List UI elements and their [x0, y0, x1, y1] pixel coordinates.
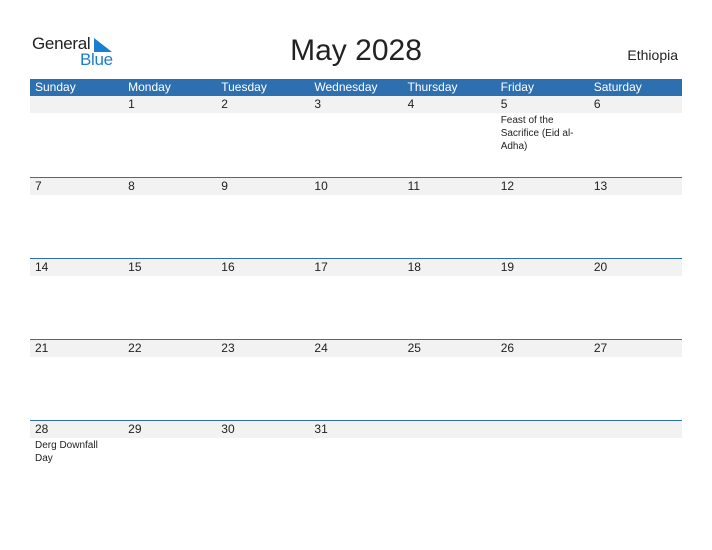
day-number: 21 — [35, 341, 49, 355]
week-row: 7 8 9 10 11 12 13 — [30, 177, 682, 259]
day-cell: 14 — [30, 259, 123, 340]
weekday-thursday: Thursday — [407, 80, 458, 94]
day-cell: 1 — [123, 96, 216, 177]
day-cell: 2 — [216, 96, 309, 177]
day-cell: 7 — [30, 178, 123, 259]
day-cell: 27 — [589, 340, 682, 421]
day-number: 8 — [128, 179, 135, 193]
day-number: 28 — [35, 422, 49, 436]
holiday-label: Derg Downfall Day — [35, 440, 98, 464]
holiday-label: Feast of the Sacrifice (Eid al-Adha) — [500, 115, 574, 152]
day-number: 13 — [593, 179, 608, 193]
day-cell: 26 — [496, 340, 589, 421]
week-row: 1 2 3 4 5 Feast of the Sacrifice (Eid al-Adha… — [30, 96, 682, 177]
day-cell — [496, 421, 589, 502]
day-cell: 19 — [496, 259, 589, 340]
day-number: 9 — [221, 179, 228, 193]
weekday-monday: Monday — [128, 80, 171, 94]
day-cell — [589, 421, 682, 502]
day-cell: 8 — [123, 178, 216, 259]
day-cell: 15 — [123, 259, 216, 340]
day-number: 31 — [314, 422, 328, 436]
weekday-tuesday: Tuesday — [221, 80, 267, 94]
day-number: 17 — [314, 260, 328, 274]
day-cell: 5 Feast of the Sacrifice (Eid al-Adha) — [496, 96, 589, 177]
day-number: 3 — [314, 97, 322, 111]
day-cell — [403, 421, 496, 502]
country-label: Ethiopia — [627, 47, 678, 63]
day-number: 27 — [593, 341, 608, 355]
day-number: 30 — [221, 422, 235, 436]
day-number: 10 — [314, 179, 328, 193]
day-number: 22 — [128, 341, 142, 355]
day-cell: 18 — [403, 259, 496, 340]
weekday-wednesday: Wednesday — [314, 80, 378, 94]
day-cell: 29 — [123, 421, 216, 502]
day-number: 29 — [128, 422, 142, 436]
day-cell: 23 — [216, 340, 309, 421]
day-number: 11 — [407, 179, 421, 193]
day-cell: 12 — [496, 178, 589, 259]
day-number: 2 — [221, 97, 228, 111]
day-cell: 4 — [403, 96, 496, 177]
weekday-sunday: Sunday — [35, 80, 76, 94]
day-cell: 11 — [403, 178, 496, 259]
week-row: 28 Derg Downfall Day 29 30 31 — [30, 420, 682, 502]
calendar-title: May 2028 — [290, 34, 422, 67]
day-cell: 28 Derg Downfall Day — [30, 421, 123, 502]
day-cell: 10 — [309, 178, 402, 259]
day-number: 6 — [593, 97, 601, 111]
weekday-saturday: Saturday — [593, 80, 642, 94]
day-cell: 6 — [589, 96, 682, 177]
day-cell: 20 — [589, 259, 682, 340]
day-cell: 21 — [30, 340, 123, 421]
day-number: 16 — [221, 260, 235, 274]
day-number: 18 — [407, 260, 421, 274]
weekday-friday: Friday — [500, 80, 534, 94]
day-cell: 25 — [403, 340, 496, 421]
day-number: 1 — [128, 97, 135, 111]
day-cell: 17 — [309, 259, 402, 340]
day-cell: 9 — [216, 178, 309, 259]
day-number: 15 — [128, 260, 142, 274]
day-number: 19 — [500, 260, 515, 274]
day-number: 26 — [500, 341, 515, 355]
weekday-header: Sunday Monday Tuesday Wednesday Thursday… — [30, 79, 682, 96]
day-number: 14 — [35, 260, 49, 274]
day-cell: 13 — [589, 178, 682, 259]
day-number: 24 — [314, 341, 328, 355]
week-row: 14 15 16 17 18 19 20 — [30, 258, 682, 340]
day-number: 12 — [500, 179, 515, 193]
day-cell: 22 — [123, 340, 216, 421]
day-number: 7 — [35, 179, 42, 193]
day-number: 25 — [407, 341, 421, 355]
day-cell: 31 — [309, 421, 402, 502]
day-cell — [30, 96, 123, 177]
day-number: 23 — [221, 341, 235, 355]
day-cell: 16 — [216, 259, 309, 340]
week-row: 21 22 23 24 25 26 27 — [30, 339, 682, 421]
day-cell: 3 — [309, 96, 402, 177]
day-cell: 24 — [309, 340, 402, 421]
day-number: 4 — [407, 97, 415, 111]
day-number: 20 — [593, 260, 608, 274]
day-number: 5 — [500, 97, 508, 111]
day-cell: 30 — [216, 421, 309, 502]
